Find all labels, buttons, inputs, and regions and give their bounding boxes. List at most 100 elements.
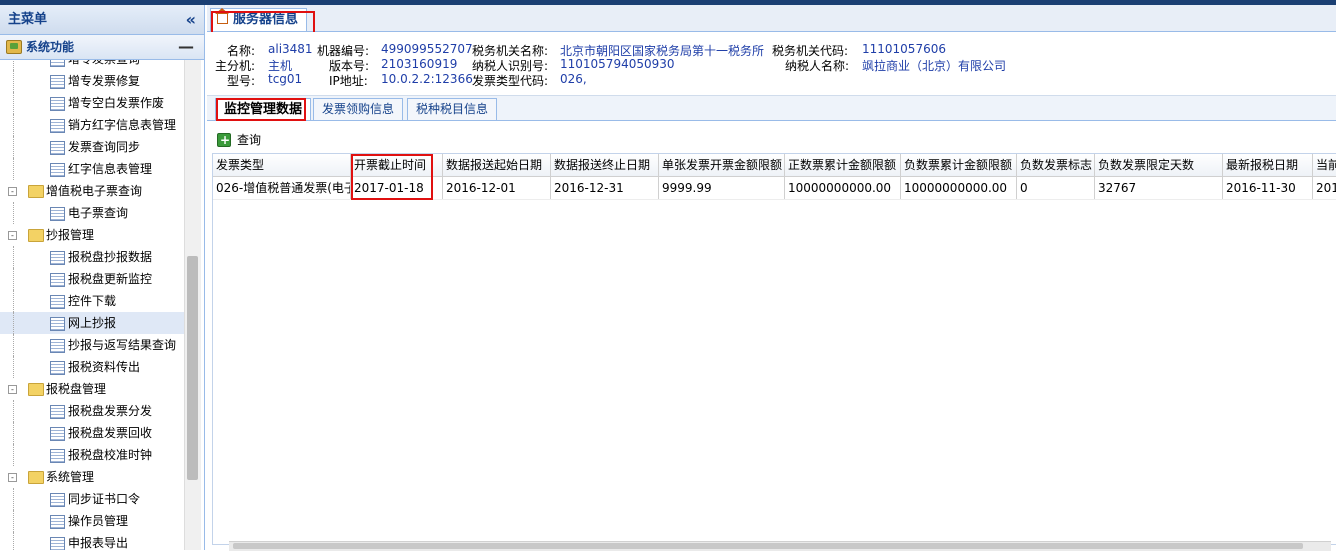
folder-icon xyxy=(28,185,44,198)
menu-item[interactable]: 红字信息表管理 xyxy=(0,158,184,180)
menu-item[interactable]: 申报表导出 xyxy=(0,532,184,550)
page-icon xyxy=(50,361,65,375)
menu-item[interactable]: 报税盘更新监控 xyxy=(0,268,184,290)
tab-invoice-purchase[interactable]: 发票领购信息 xyxy=(313,98,404,120)
tab-tax-items[interactable]: 税种税目信息 xyxy=(407,98,498,120)
name-value: ali3481 xyxy=(268,42,313,56)
menu-item[interactable]: 报税资料传出 xyxy=(0,356,184,378)
menu-item[interactable]: 控件下载 xyxy=(0,290,184,312)
menu-item-label: 报税盘管理 xyxy=(46,382,107,396)
add-icon xyxy=(217,131,231,149)
page-icon xyxy=(50,339,65,353)
menu-item[interactable]: 电子票查询 xyxy=(0,202,184,224)
menu-item[interactable]: 抄报与返写结果查询 xyxy=(0,334,184,356)
sidebar-scrollbar[interactable] xyxy=(184,60,201,550)
menu-folder[interactable]: - 增值税电子票查询 xyxy=(0,180,184,202)
column-header[interactable]: 发票类型 xyxy=(213,154,351,176)
menu-item[interactable]: 发票查询同步 xyxy=(0,136,184,158)
tab-strip: 服务器信息 xyxy=(207,5,1336,35)
tree-line xyxy=(13,268,15,290)
page-icon xyxy=(50,295,65,309)
menu-item-label: 电子票查询 xyxy=(68,206,129,220)
tree-toggle-icon[interactable]: - xyxy=(8,187,17,196)
taxpayer-value: 飒拉商业（北京）有限公司 xyxy=(862,59,1007,73)
menu-item-label: 申报表导出 xyxy=(68,536,129,550)
group-collapse-icon[interactable]: — xyxy=(178,35,194,59)
tab-server-info-label: 服务器信息 xyxy=(233,12,299,27)
main-panel: 服务器信息 名称: ali3481 机器编号: 499099552707 税务机… xyxy=(207,5,1336,551)
tree-toggle-icon[interactable]: - xyxy=(8,473,17,482)
menu-item[interactable]: 报税盘发票分发 xyxy=(0,400,184,422)
column-header[interactable]: 单张发票开票金额限额 xyxy=(659,154,785,176)
menu-item[interactable]: 销方红字信息表管理 xyxy=(0,114,184,136)
menu-item-label: 报税盘发票分发 xyxy=(68,404,153,418)
page-icon xyxy=(50,60,65,67)
folder-icon xyxy=(28,229,44,242)
version-value: 2103160919 xyxy=(381,57,458,71)
tree-line xyxy=(13,92,15,114)
page-icon xyxy=(50,537,65,550)
menu-folder[interactable]: - 报税盘管理 xyxy=(0,378,184,400)
menu-item-label: 网上抄报 xyxy=(68,316,117,330)
sidebar-scrollbar-thumb[interactable] xyxy=(187,256,198,480)
column-header[interactable]: 数据报送终止日期 xyxy=(551,154,659,176)
tab-monitor-data[interactable]: 监控管理数据 xyxy=(215,98,312,120)
column-header[interactable]: 负数发票标志 xyxy=(1017,154,1095,176)
menu-item-label: 发票查询同步 xyxy=(68,140,141,154)
tree-line xyxy=(13,202,15,224)
menu-item[interactable]: 操作员管理 xyxy=(0,510,184,532)
menu-item[interactable]: 增专发票修复 xyxy=(0,70,184,92)
sidebar-title: 主菜单 « xyxy=(0,5,204,35)
table-cell: 9999.99 xyxy=(659,177,785,199)
column-header[interactable]: 当前 xyxy=(1313,154,1336,176)
sidebar: 主菜单 « 系统功能 — 增专发票查询增专发票修复增专空白发票作废销方红字信息表… xyxy=(0,5,205,550)
sub-tab-strip: 监控管理数据 发票领购信息 税种税目信息 xyxy=(207,95,1336,121)
column-header[interactable]: 正数票累计金额限额 xyxy=(785,154,901,176)
menu-item[interactable]: 网上抄报 xyxy=(0,312,184,334)
menu-tree: 增专发票查询增专发票修复增专空白发票作废销方红字信息表管理发票查询同步红字信息表… xyxy=(0,60,184,550)
menu-item-label: 报税资料传出 xyxy=(68,360,141,374)
page-icon xyxy=(50,75,65,89)
table-cell: 2016-11-30 xyxy=(1223,177,1313,199)
sidebar-group-label: 系统功能 xyxy=(26,40,75,54)
server-info-panel: 名称: ali3481 机器编号: 499099552707 税务机关名称: 北… xyxy=(207,32,1336,92)
tree-line xyxy=(13,422,15,444)
column-header[interactable]: 最新报税日期 xyxy=(1223,154,1313,176)
menu-item[interactable]: 增专空白发票作废 xyxy=(0,92,184,114)
tree-line xyxy=(13,400,15,422)
collapse-left-icon[interactable]: « xyxy=(186,5,196,34)
grid-scrollbar-thumb[interactable] xyxy=(233,543,1303,549)
menu-item[interactable]: 报税盘发票回收 xyxy=(0,422,184,444)
tree-line xyxy=(13,290,15,312)
menu-item[interactable]: 同步证书口令 xyxy=(0,488,184,510)
tree-line xyxy=(13,246,15,268)
tree-toggle-icon[interactable]: - xyxy=(8,385,17,394)
menu-folder[interactable]: - 系统管理 xyxy=(0,466,184,488)
sidebar-group-system[interactable]: 系统功能 — xyxy=(0,35,204,60)
menu-item-label: 操作员管理 xyxy=(68,514,129,528)
column-header[interactable]: 负数发票限定天数 xyxy=(1095,154,1223,176)
model-label: 型号: xyxy=(227,74,256,88)
menu-item-label: 报税盘抄报数据 xyxy=(68,250,153,264)
table-cell: 32767 xyxy=(1095,177,1223,199)
model-value: tcg01 xyxy=(268,72,303,86)
tab-server-info[interactable]: 服务器信息 xyxy=(210,8,308,31)
table-cell: 10000000000.00 xyxy=(785,177,901,199)
folder-icon xyxy=(28,383,44,396)
table-row[interactable]: 026-增值税普通发票(电子 2017-01-18 2016-12-01 2016-1… xyxy=(213,177,1336,200)
column-header[interactable]: 数据报送起始日期 xyxy=(443,154,551,176)
menu-item-label: 抄报管理 xyxy=(46,228,95,242)
column-header[interactable]: 开票截止时间 xyxy=(351,154,443,176)
page-icon xyxy=(50,427,65,441)
menu-item[interactable]: 报税盘抄报数据 xyxy=(0,246,184,268)
table-cell: 2016-12-31 xyxy=(551,177,659,199)
tree-toggle-icon[interactable]: - xyxy=(8,231,17,240)
menu-item[interactable]: 报税盘校准时钟 xyxy=(0,444,184,466)
column-header[interactable]: 负数票累计金额限额 xyxy=(901,154,1017,176)
menu-item[interactable]: 增专发票查询 xyxy=(0,60,184,70)
tree-line xyxy=(13,114,15,136)
query-button[interactable]: 查询 xyxy=(217,131,261,149)
menu-folder[interactable]: - 抄报管理 xyxy=(0,224,184,246)
query-button-label: 查询 xyxy=(237,133,262,147)
tree-line xyxy=(13,60,15,70)
